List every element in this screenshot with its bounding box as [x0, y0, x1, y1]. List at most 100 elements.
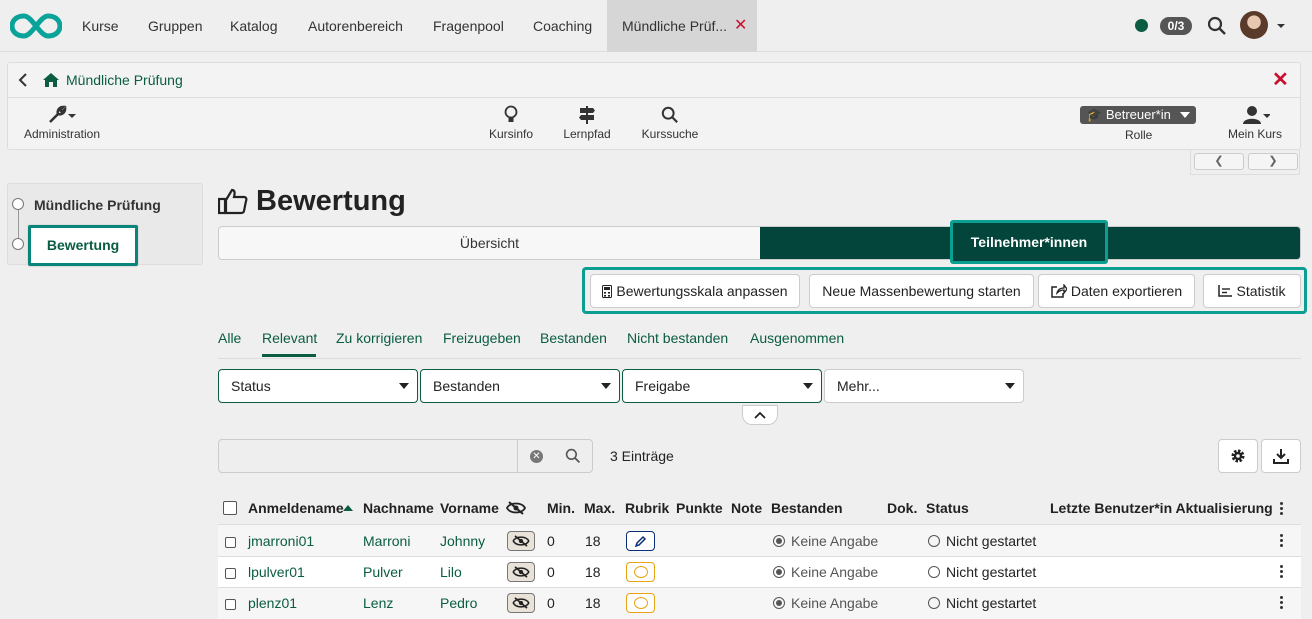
- rubric-status-icon[interactable]: [626, 562, 655, 582]
- visibility-off-icon[interactable]: [507, 593, 535, 613]
- divider: [517, 440, 518, 472]
- col-dok[interactable]: Dok.: [887, 500, 917, 516]
- node-circle-icon: [12, 238, 24, 250]
- online-status-icon[interactable]: [1135, 19, 1148, 32]
- search-icon[interactable]: [1207, 16, 1227, 36]
- col-status[interactable]: Status: [926, 500, 969, 516]
- filter-tab-ausgenommen[interactable]: Ausgenommen: [750, 330, 844, 346]
- close-course-icon[interactable]: ✕: [1272, 67, 1289, 92]
- login-link[interactable]: jmarroni01: [248, 533, 314, 549]
- mehr-filter-select[interactable]: Mehr...: [824, 369, 1024, 403]
- row-checkbox[interactable]: [225, 568, 236, 579]
- row-menu-icon[interactable]: [1280, 563, 1286, 580]
- filter-tab-relevant[interactable]: Relevant: [262, 330, 317, 346]
- avatar[interactable]: [1240, 11, 1268, 39]
- kurssuche-button[interactable]: Kurssuche: [640, 103, 700, 141]
- close-tab-icon[interactable]: ✕: [734, 0, 747, 52]
- lastname-link[interactable]: Marroni: [363, 533, 410, 549]
- nav-tab-label[interactable]: Mündliche Prüf...: [622, 0, 727, 52]
- max-value: 18: [585, 564, 601, 580]
- course-title[interactable]: Mündliche Prüfung: [66, 72, 183, 88]
- nav-coaching[interactable]: Coaching: [533, 0, 592, 52]
- freigabe-filter-select[interactable]: Freigabe: [622, 369, 822, 403]
- row-checkbox[interactable]: [225, 537, 236, 548]
- home-icon[interactable]: [42, 72, 60, 91]
- back-icon[interactable]: [18, 73, 28, 90]
- nav-katalog[interactable]: Katalog: [230, 0, 277, 52]
- kursinfo-label: Kursinfo: [488, 127, 534, 141]
- circle-icon: [928, 566, 940, 578]
- tab-uebersicht[interactable]: Übersicht: [219, 227, 760, 259]
- wrench-icon: [22, 103, 102, 127]
- nav-autorenbereich[interactable]: Autorenbereich: [308, 0, 403, 52]
- row-menu-icon[interactable]: [1280, 532, 1286, 549]
- bestanden-filter-select[interactable]: Bestanden: [420, 369, 620, 403]
- firstname-link[interactable]: Lilo: [440, 564, 462, 580]
- mein-kurs-button[interactable]: Mein Kurs: [1222, 103, 1288, 141]
- next-node-button[interactable]: ❯: [1248, 153, 1298, 170]
- filter-tab-zu-korrigieren[interactable]: Zu korrigieren: [336, 330, 422, 346]
- rubric-edit-button[interactable]: [626, 531, 655, 551]
- tab-teilnehmerinnen[interactable]: Teilnehmer*innen: [950, 220, 1108, 264]
- search-icon[interactable]: [565, 448, 581, 464]
- lastname-link[interactable]: Lenz: [363, 595, 393, 611]
- row-menu-icon[interactable]: [1280, 594, 1286, 611]
- filter-tab-alle[interactable]: Alle: [218, 330, 241, 346]
- clear-search-icon[interactable]: ✕: [530, 450, 543, 463]
- col-punkte[interactable]: Punkte: [676, 500, 723, 516]
- openolat-logo-icon[interactable]: [10, 12, 62, 40]
- filter-tab-bestanden[interactable]: Bestanden: [540, 330, 607, 346]
- bestanden-filter-label: Bestanden: [433, 378, 500, 394]
- row-checkbox[interactable]: [225, 599, 236, 610]
- visibility-off-icon[interactable]: [507, 531, 535, 551]
- administration-button[interactable]: Administration: [22, 103, 102, 141]
- visibility-off-icon[interactable]: [507, 562, 535, 582]
- filter-tabs: Alle Relevant Zu korrigieren Freizugeben…: [218, 322, 1301, 359]
- lastname-link[interactable]: Pulver: [363, 564, 403, 580]
- table-settings-button[interactable]: [1218, 439, 1258, 473]
- visibility-off-icon[interactable]: [506, 501, 526, 515]
- col-max[interactable]: Max.: [584, 500, 615, 516]
- col-note[interactable]: Note: [731, 500, 762, 516]
- table-search-input[interactable]: ✕: [218, 439, 593, 473]
- rubric-status-icon[interactable]: [626, 593, 655, 613]
- col-bestanden[interactable]: Bestanden: [771, 500, 843, 516]
- massenbewertung-button[interactable]: Neue Massenbewertung starten: [809, 274, 1034, 308]
- statistik-button[interactable]: Statistik: [1203, 274, 1301, 308]
- col-letzte-aktualisierung[interactable]: Letzte Benutzer*in Aktualisierung: [1050, 500, 1273, 516]
- sort-asc-icon[interactable]: [343, 505, 353, 511]
- col-vorname[interactable]: Vorname: [440, 500, 499, 516]
- col-nachname[interactable]: Nachname: [363, 500, 434, 516]
- nav-fragenpool[interactable]: Fragenpool: [433, 0, 504, 52]
- firstname-link[interactable]: Pedro: [440, 595, 477, 611]
- course-menu: Mündliche Prüfung Bewertung: [7, 183, 203, 266]
- nav-kurse[interactable]: Kurse: [82, 0, 119, 52]
- login-link[interactable]: lpulver01: [248, 564, 305, 580]
- filter-tab-nicht-bestanden[interactable]: Nicht bestanden: [627, 330, 728, 346]
- chevron-down-icon[interactable]: [1276, 22, 1286, 30]
- counter-badge[interactable]: 0/3: [1160, 17, 1192, 35]
- select-all-checkbox[interactable]: [223, 501, 237, 515]
- nav-gruppen[interactable]: Gruppen: [148, 0, 202, 52]
- menu-item-bewertung[interactable]: Bewertung: [28, 225, 138, 266]
- menu-item-muendliche-pruefung[interactable]: Mündliche Prüfung: [34, 197, 161, 213]
- column-menu-icon[interactable]: [1280, 500, 1286, 517]
- collapse-filters-button[interactable]: [742, 405, 778, 425]
- role-label: Betreuer*in: [1105, 107, 1171, 122]
- daten-exportieren-button[interactable]: Daten exportieren: [1038, 274, 1195, 308]
- login-link[interactable]: plenz01: [248, 595, 297, 611]
- bewertungsskala-button[interactable]: Bewertungsskala anpassen: [590, 274, 800, 308]
- col-min[interactable]: Min.: [547, 500, 575, 516]
- filter-tab-freizugeben[interactable]: Freizugeben: [443, 330, 521, 346]
- status-filter-select[interactable]: Status: [218, 369, 418, 403]
- download-button[interactable]: [1261, 439, 1301, 473]
- nav-tab-muendliche-pruefung[interactable]: Mündliche Prüf... ✕: [607, 0, 757, 52]
- col-anmeldename[interactable]: Anmeldename: [248, 500, 344, 516]
- role-select[interactable]: 🎓 Betreuer*in: [1080, 106, 1196, 124]
- col-rubrik[interactable]: Rubrik: [625, 500, 669, 516]
- previous-node-button[interactable]: ❮: [1194, 153, 1244, 170]
- lernpfad-button[interactable]: Lernpfad: [560, 103, 614, 141]
- firstname-link[interactable]: Johnny: [440, 533, 485, 549]
- chevron-up-icon: [754, 411, 766, 419]
- kursinfo-button[interactable]: Kursinfo: [486, 103, 536, 141]
